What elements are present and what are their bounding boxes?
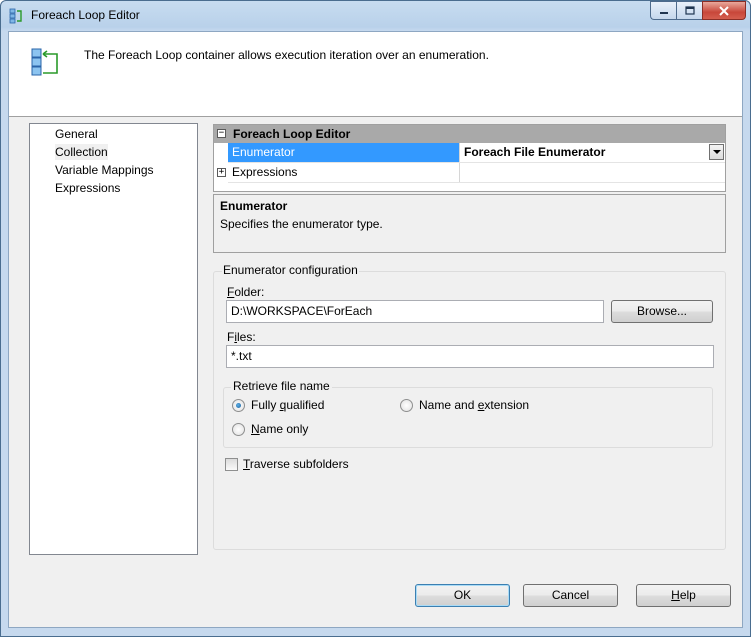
name-and-extension-radio[interactable] [400, 399, 413, 412]
name-only-radio[interactable] [232, 423, 245, 436]
nav-item-general[interactable]: General [55, 126, 98, 142]
enumerator-dropdown[interactable]: Foreach File Enumerator [459, 143, 725, 162]
description-text: Specifies the enumerator type. [220, 217, 383, 231]
maximize-icon [684, 6, 695, 15]
traverse-subfolders-label[interactable]: Traverse subfolders [243, 457, 349, 471]
nav-item-collection[interactable]: Collection [55, 144, 108, 160]
nav-item-expressions[interactable]: Expressions [55, 180, 120, 196]
close-button[interactable] [702, 1, 746, 20]
name-and-extension-label[interactable]: Name and extension [419, 398, 529, 412]
nav-item-variable-mappings[interactable]: Variable Mappings [55, 162, 154, 178]
dialog-window: Foreach Loop Editor The Foreach Loop con… [0, 0, 751, 637]
collapse-icon[interactable]: − [217, 129, 226, 138]
dropdown-arrow-icon[interactable] [709, 144, 724, 160]
row-divider [228, 182, 725, 183]
help-button[interactable]: Help [636, 584, 731, 607]
folder-input[interactable]: D:\WORKSPACE\ForEach [226, 300, 604, 323]
grid-category-label: Foreach Loop Editor [233, 127, 351, 141]
retrieve-group-label: Retrieve file name [231, 379, 332, 393]
foreach-loop-container-icon [31, 48, 58, 76]
dialog-client-area: The Foreach Loop container allows execut… [8, 31, 743, 628]
property-description-panel: Enumerator Specifies the enumerator type… [213, 194, 726, 253]
fully-qualified-label[interactable]: Fully qualified [251, 398, 324, 412]
files-input[interactable]: *.txt [226, 345, 714, 368]
ok-button[interactable]: OK [415, 584, 510, 607]
window-title: Foreach Loop Editor [31, 8, 140, 22]
files-label: Files: [227, 330, 256, 344]
enumerator-value: Foreach File Enumerator [464, 145, 606, 159]
grid-category-header: − Foreach Loop Editor [214, 125, 725, 143]
folder-label: Folder: [227, 285, 265, 299]
grid-row-enumerator[interactable]: Enumerator Foreach File Enumerator [214, 143, 725, 162]
name-only-label[interactable]: Name only [251, 422, 308, 436]
config-group-label: Enumerator configuration [222, 263, 359, 277]
grid-row-value [459, 163, 725, 182]
dialog-header: The Foreach Loop container allows execut… [9, 32, 742, 117]
close-icon [719, 5, 729, 16]
header-description: The Foreach Loop container allows execut… [84, 48, 489, 62]
grid-row-name: Enumerator [228, 143, 459, 162]
minimize-button[interactable] [650, 1, 676, 20]
minimize-icon [659, 11, 668, 14]
maximize-button[interactable] [676, 1, 702, 20]
page-nav-list: General Collection Variable Mappings Exp… [29, 123, 198, 555]
foreach-loop-icon [9, 8, 22, 24]
title-bar[interactable]: Foreach Loop Editor [1, 1, 750, 31]
grid-row-name: Expressions [232, 165, 298, 179]
traverse-subfolders-checkbox[interactable] [225, 458, 238, 471]
retrieve-file-name-group [223, 387, 713, 448]
fully-qualified-radio[interactable] [232, 399, 245, 412]
cancel-button[interactable]: Cancel [523, 584, 618, 607]
browse-button[interactable]: Browse... [611, 300, 713, 323]
expand-icon[interactable]: + [217, 168, 226, 177]
grid-row-expressions[interactable]: + Expressions [214, 163, 725, 182]
property-grid: − Foreach Loop Editor Enumerator Foreach… [213, 124, 726, 192]
description-title: Enumerator [220, 199, 288, 213]
